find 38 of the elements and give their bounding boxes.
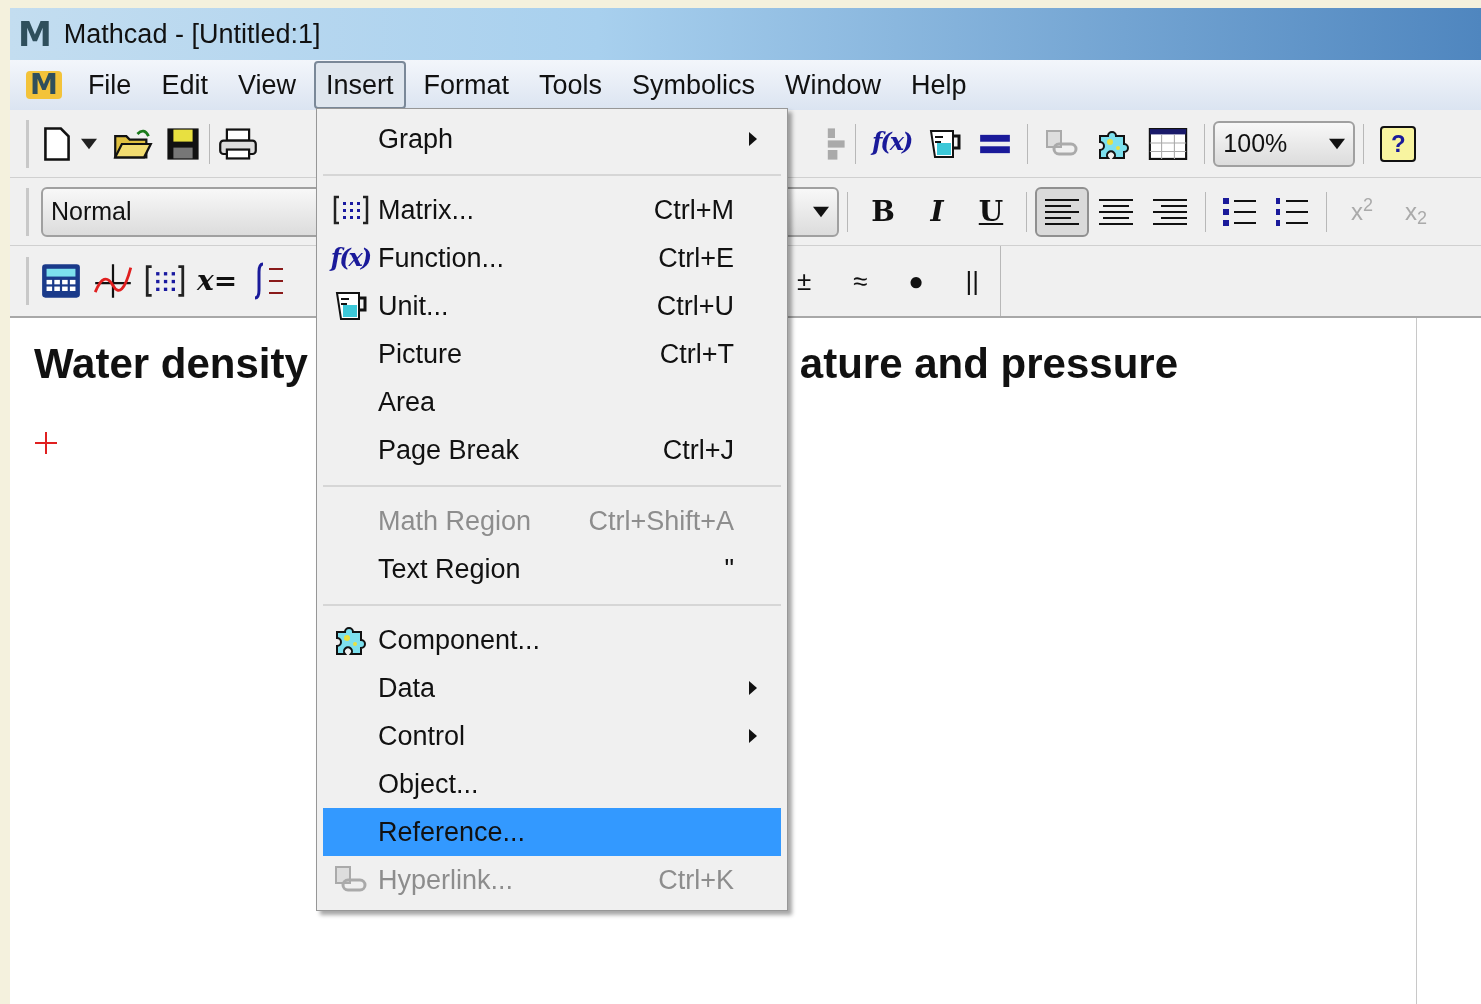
heading-text: Water density [34,339,308,389]
menu-item[interactable]: Text Region " [323,545,781,593]
menu-item[interactable]: Unit... Ctrl+U [323,282,781,330]
menu-item[interactable]: Component... [323,616,781,664]
menu[interactable]: Tools [527,60,615,110]
function-icon: f(x) [872,127,912,156]
window-title: Mathcad - [Untitled:1] [63,17,321,51]
function-icon: f(x) [330,246,371,270]
document-app-icon: M [26,71,62,99]
menu[interactable]: Format [411,60,521,110]
menu[interactable]: Symbolics [620,60,768,110]
menu[interactable]: Help [899,60,979,110]
zoom-dropdown[interactable]: 100% [1213,120,1356,167]
math-operator-button[interactable]: ≈ [832,261,889,301]
underline-button[interactable]: U [964,190,1018,233]
menu-item[interactable]: Object... [323,760,781,808]
menu[interactable]: Edit [149,60,220,110]
menu[interactable]: View [225,60,308,110]
math-operator-button[interactable]: ● [888,261,945,301]
menu[interactable]: Insert [313,60,406,110]
menu-item[interactable]: Area [323,378,781,426]
menu-item[interactable]: Data [323,664,781,712]
evaluate-button[interactable]: x= [197,260,238,302]
menu-item[interactable]: Graph [323,115,781,163]
menu-item[interactable]: Matrix... Ctrl+M [323,186,781,234]
math-operator-button[interactable]: || [944,261,1001,301]
menu-item[interactable]: f(x) Function... Ctrl+E [323,234,781,282]
heading-text: ature and pressure [799,339,1178,389]
menu-item[interactable]: Control [323,712,781,760]
menu-item[interactable]: Page Break Ctrl+J [323,426,781,474]
italic-button[interactable]: I [910,190,964,233]
app-logo: M [18,17,52,51]
bold-button[interactable]: B [856,190,910,233]
help-button[interactable]: ? [1380,125,1417,162]
menu-item[interactable]: Reference... [323,808,781,856]
menu[interactable]: Window [773,60,894,110]
menu-item[interactable]: Picture Ctrl+T [323,330,781,378]
menu[interactable]: File [75,60,144,110]
